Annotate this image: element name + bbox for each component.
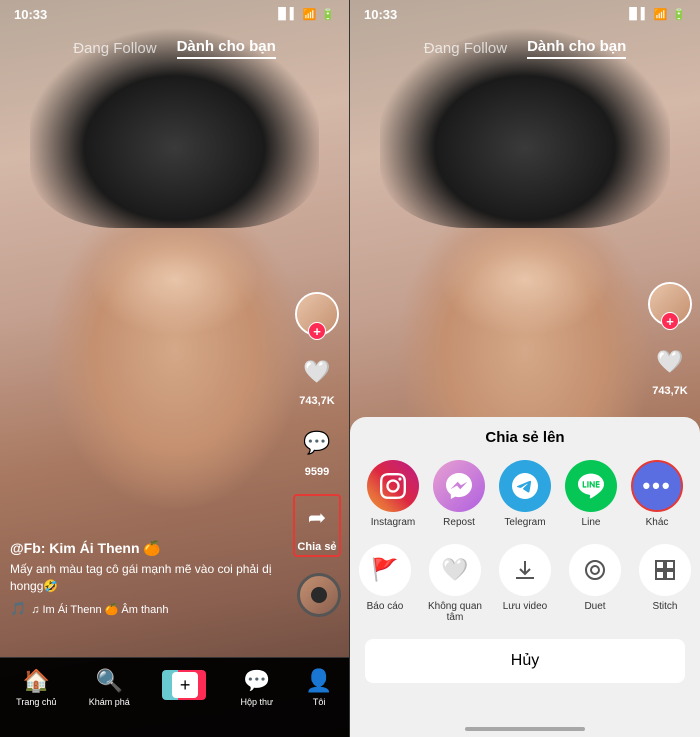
- share-icon: ➦: [297, 498, 337, 538]
- action-duet[interactable]: Duet: [569, 544, 621, 623]
- add-button-inner: +: [162, 670, 208, 700]
- profile-label: Tôi: [313, 697, 326, 707]
- instagram-icon: [367, 460, 419, 512]
- line-icon: [565, 460, 617, 512]
- status-icons: ▐▌▌ 📶 🔋: [274, 8, 335, 21]
- repost-label: Repost: [433, 517, 485, 528]
- like-count: 743,7K: [299, 395, 334, 407]
- creator-username: @Fb: Kim Ái Thenn 🍊: [10, 540, 289, 557]
- comment-button[interactable]: 💬 9599: [297, 423, 337, 478]
- creator-avatar-right[interactable]: +: [648, 282, 692, 326]
- like-button-right[interactable]: 🤍 743,7K: [650, 342, 690, 397]
- line-label: Line: [565, 517, 617, 528]
- share-label: Chia sẻ: [297, 541, 336, 553]
- duet-label: Duet: [565, 601, 625, 612]
- action-not-interested[interactable]: 🤍 Không quan tâm: [429, 544, 481, 623]
- like-button[interactable]: 🤍 743,7K: [297, 352, 337, 407]
- battery-icon: 🔋: [321, 8, 335, 21]
- music-note-icon: 🎵: [10, 601, 26, 617]
- nav-explore[interactable]: 🔍 Khám phá: [89, 668, 130, 707]
- home-icon: 🏠: [23, 668, 50, 694]
- save-video-label: Lưu video: [495, 601, 555, 612]
- signal-icon: ▐▌▌: [274, 8, 297, 20]
- creator-avatar[interactable]: +: [295, 292, 339, 336]
- share-instagram[interactable]: Instagram: [367, 460, 419, 528]
- status-bar: 10:33 ▐▌▌ 📶 🔋: [0, 0, 349, 28]
- explore-label: Khám phá: [89, 697, 130, 707]
- messenger-icon: [433, 460, 485, 512]
- stitch-icon: [639, 544, 691, 596]
- right-sidebar: + 🤍 743,7K 💬 9599 ➦ Chia sẻ: [293, 292, 341, 557]
- share-line[interactable]: Line: [565, 460, 617, 528]
- action-options-row: 🚩 Báo cáo 🤍 Không quan tâm Lưu video: [350, 544, 700, 623]
- nav-home[interactable]: 🏠 Trang chủ: [16, 668, 56, 707]
- top-nav-right: Đang Follow Dành cho bạn: [350, 28, 700, 68]
- more-label: Khác: [631, 517, 683, 528]
- music-disc: [297, 573, 341, 617]
- nav-for-you[interactable]: Dành cho bạn: [177, 38, 276, 59]
- search-icon: 🔍: [96, 668, 123, 694]
- inbox-icon: 💬: [243, 668, 270, 694]
- nav-for-you-right[interactable]: Dành cho bạn: [527, 38, 626, 59]
- status-time: 10:33: [14, 7, 47, 22]
- share-more[interactable]: ••• Khác: [631, 460, 683, 528]
- comment-count: 9599: [305, 466, 329, 478]
- video-caption: Mấy anh màu tag cô gái mạnh mẽ vào coi p…: [10, 561, 289, 595]
- status-bar-right: 10:33 ▐▌▌ 📶 🔋: [350, 0, 700, 28]
- wifi-icon: 📶: [303, 8, 317, 21]
- right-sidebar-right: + 🤍 743,7K: [648, 282, 692, 397]
- share-button[interactable]: ➦ Chia sẻ: [293, 494, 341, 557]
- action-stitch[interactable]: Stitch: [639, 544, 691, 623]
- status-icons-right: ▐▌▌ 📶 🔋: [625, 8, 686, 21]
- nav-profile[interactable]: 👤 Tôi: [305, 668, 332, 707]
- left-screen: 10:33 ▐▌▌ 📶 🔋 Đang Follow Dành cho bạn +…: [0, 0, 350, 737]
- like-count-right: 743,7K: [652, 385, 687, 397]
- right-screen: 10:33 ▐▌▌ 📶 🔋 Đang Follow Dành cho bạn +…: [350, 0, 700, 737]
- music-text: ♫ Im Ái Thenn 🍊 Âm thanh: [31, 603, 168, 616]
- nav-following-right[interactable]: Đang Follow: [424, 40, 507, 57]
- telegram-label: Telegram: [499, 517, 551, 528]
- report-icon: 🚩: [359, 544, 411, 596]
- heart-icon: 🤍: [297, 352, 337, 392]
- action-save-video[interactable]: Lưu video: [499, 544, 551, 623]
- comment-icon: 💬: [297, 423, 337, 463]
- share-panel-title: Chia sẻ lên: [485, 429, 564, 446]
- inbox-label: Hộp thư: [240, 697, 273, 707]
- nav-following[interactable]: Đang Follow: [73, 40, 156, 57]
- nav-inbox[interactable]: 💬 Hộp thư: [240, 668, 273, 707]
- not-interested-icon: 🤍: [429, 544, 481, 596]
- cancel-button[interactable]: Hủy: [365, 639, 685, 683]
- music-disc-center: [311, 587, 327, 603]
- not-interested-label: Không quan tâm: [425, 601, 485, 623]
- music-info: 🎵 ♫ Im Ái Thenn 🍊 Âm thanh: [10, 601, 289, 617]
- bottom-navigation: 🏠 Trang chủ 🔍 Khám phá + 💬 Hộp thư 👤 Tôi: [0, 657, 349, 737]
- instagram-label: Instagram: [367, 517, 419, 528]
- share-telegram[interactable]: Telegram: [499, 460, 551, 528]
- wifi-icon-right: 📶: [654, 8, 668, 21]
- heart-icon-right: 🤍: [650, 342, 690, 382]
- share-repost[interactable]: Repost: [433, 460, 485, 528]
- top-nav: Đang Follow Dành cho bạn: [0, 28, 349, 68]
- profile-icon: 👤: [305, 668, 332, 694]
- cancel-label: Hủy: [511, 652, 539, 670]
- battery-icon-right: 🔋: [672, 8, 686, 21]
- add-plus-icon: +: [172, 672, 198, 698]
- more-icon: •••: [631, 460, 683, 512]
- action-report[interactable]: 🚩 Báo cáo: [359, 544, 411, 623]
- nav-add[interactable]: +: [162, 668, 208, 700]
- follow-plus-badge-right: +: [661, 312, 679, 330]
- report-label: Báo cáo: [355, 601, 415, 612]
- video-info: @Fb: Kim Ái Thenn 🍊 Mấy anh màu tag cô g…: [10, 540, 289, 617]
- save-video-icon: [499, 544, 551, 596]
- share-panel: Chia sẻ lên Instagram Repost: [350, 417, 700, 737]
- share-options-row: Instagram Repost Telegram: [357, 460, 693, 528]
- status-time-right: 10:33: [364, 7, 397, 22]
- follow-plus-badge: +: [308, 322, 326, 340]
- duet-icon: [569, 544, 621, 596]
- stitch-label: Stitch: [635, 601, 695, 612]
- home-indicator: [465, 727, 585, 731]
- signal-icon-right: ▐▌▌: [625, 8, 648, 20]
- telegram-icon: [499, 460, 551, 512]
- home-label: Trang chủ: [16, 697, 56, 707]
